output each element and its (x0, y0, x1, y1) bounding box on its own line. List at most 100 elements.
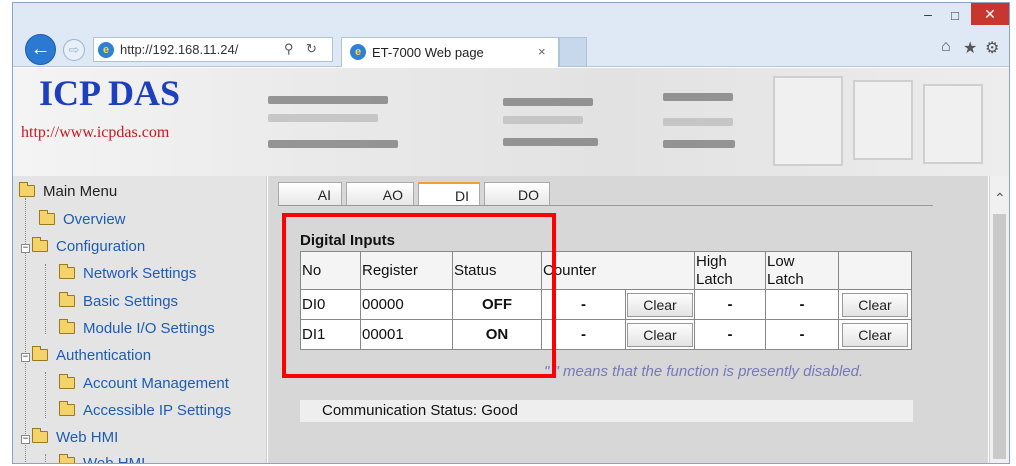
folder-icon (59, 374, 75, 389)
address-url[interactable]: http://192.168.11.24/ (120, 42, 238, 57)
clear-latch-button[interactable]: Clear (842, 322, 908, 347)
highlight-box (282, 213, 556, 378)
banner-decoration (503, 138, 598, 146)
sidebar-item-label: Authentication (56, 347, 152, 364)
folder-icon (39, 210, 55, 225)
clear-counter-button[interactable]: Clear (627, 322, 693, 347)
disabled-note: " " means that the function is presently… (544, 363, 864, 380)
collapse-icon[interactable]: − (21, 435, 30, 444)
banner-decoration (663, 93, 733, 101)
sidebar-menu: Main Menu Overview − Configuration Networ… (13, 176, 267, 464)
tab-do[interactable]: DO (484, 182, 550, 206)
column-header-clear (838, 251, 912, 290)
scrollbar-thumb[interactable] (993, 214, 1006, 459)
browser-toolbar: ← ⇨ e http://192.168.11.24/ ⚲ ↻ e ET-700… (13, 33, 1009, 67)
tab-close-icon[interactable]: × (538, 44, 546, 59)
folder-open-icon (32, 428, 48, 443)
cell-clear-counter: Clear (625, 289, 695, 320)
sidebar-item-module-io-settings[interactable]: Module I/O Settings (59, 317, 215, 341)
ie-favicon-icon: e (98, 42, 114, 58)
sidebar-item-label: Module I/O Settings (83, 320, 215, 337)
address-bar[interactable]: e http://192.168.11.24/ ⚲ ↻ (93, 37, 333, 62)
clear-counter-button[interactable]: Clear (627, 292, 693, 317)
title-bar: – □ ✕ (13, 3, 1009, 33)
sidebar-item-network-settings[interactable]: Network Settings (59, 262, 196, 286)
tab-ai[interactable]: AI (278, 182, 342, 206)
communication-status: Communication Status: Good (300, 400, 913, 422)
column-header-high-latch: High Latch (694, 251, 766, 290)
browser-tab[interactable]: e ET-7000 Web page × (341, 37, 559, 67)
folder-icon (59, 292, 75, 307)
tab-title: ET-7000 Web page (372, 45, 484, 60)
forward-button[interactable]: ⇨ (63, 39, 85, 61)
header-text: High (696, 253, 727, 270)
sidebar-item-label: Account Management (83, 375, 229, 392)
banner-decoration (268, 114, 378, 122)
sidebar-item-basic-settings[interactable]: Basic Settings (59, 290, 178, 314)
close-window-button[interactable]: ✕ (971, 3, 1009, 25)
cell-high-latch: - (694, 319, 766, 350)
maximize-button[interactable]: □ (945, 8, 965, 24)
tab-di[interactable]: DI (418, 182, 480, 206)
folder-icon (59, 454, 75, 463)
sidebar-item-overview[interactable]: Overview (39, 208, 126, 232)
sidebar-item-label: Web HMI (56, 429, 119, 446)
back-button[interactable]: ← (25, 34, 56, 65)
banner-decoration (663, 140, 735, 148)
favorites-icon[interactable]: ★ (963, 38, 977, 58)
banner-decoration (503, 98, 593, 106)
banner-decoration (663, 118, 733, 126)
banner-decoration (923, 84, 983, 164)
scroll-up-icon[interactable]: ⌃ (994, 190, 1006, 207)
home-icon[interactable]: ⌂ (941, 38, 951, 56)
folder-icon (59, 264, 75, 279)
tab-favicon-icon: e (350, 44, 366, 60)
sidebar-item-authentication[interactable]: − Authentication (21, 344, 151, 368)
refresh-icon[interactable]: ↻ (306, 41, 317, 57)
sidebar-item-label: Network Settings (83, 265, 197, 282)
sidebar-item-web-hmi-page[interactable]: Web HMI (59, 452, 146, 464)
main-content: AI AO DI DO Digital Inputs No Register S… (268, 176, 988, 463)
settings-icon[interactable]: ⚙ (985, 38, 999, 58)
sidebar-item-account-management[interactable]: Account Management (59, 372, 229, 396)
cell-clear-latch: Clear (838, 289, 912, 320)
header-text: Latch (767, 271, 804, 288)
collapse-icon[interactable]: − (21, 353, 30, 362)
header-text: Low (767, 253, 795, 270)
sidebar-item-label: Web HMI (83, 455, 146, 464)
folder-open-icon (32, 237, 48, 252)
sidebar-item-configuration[interactable]: − Configuration (21, 235, 145, 259)
tree-line (45, 372, 46, 418)
sidebar-item-label: Accessible IP Settings (83, 402, 232, 419)
minimize-button[interactable]: – (918, 7, 938, 24)
browser-window: – □ ✕ ← ⇨ e http://192.168.11.24/ ⚲ ↻ e … (12, 2, 1010, 464)
column-header-low-latch: Low Latch (765, 251, 839, 290)
page-header-banner: ICP DAS http://www.icpdas.com (13, 68, 1009, 176)
column-header-counter: Counter (541, 251, 695, 290)
cell-high-latch: - (694, 289, 766, 320)
folder-open-icon (19, 182, 35, 197)
banner-decoration (268, 140, 398, 148)
cell-low-latch: - (765, 319, 839, 350)
folder-open-icon (32, 346, 48, 361)
tree-line (45, 264, 46, 334)
tab-ao[interactable]: AO (346, 182, 414, 206)
new-tab-button[interactable] (559, 37, 587, 67)
sidebar-item-web-hmi[interactable]: − Web HMI (21, 426, 118, 450)
header-text: Latch (696, 271, 733, 288)
sidebar-item-accessible-ip-settings[interactable]: Accessible IP Settings (59, 399, 231, 423)
sidebar-item-label: Configuration (56, 238, 146, 255)
clear-latch-button[interactable]: Clear (842, 292, 908, 317)
cell-clear-latch: Clear (838, 319, 912, 350)
collapse-icon[interactable]: − (21, 244, 30, 253)
banner-decoration (503, 116, 583, 124)
banner-decoration (853, 80, 913, 160)
sidebar-item-main-menu[interactable]: Main Menu (19, 180, 117, 204)
vertical-scrollbar[interactable]: ⌃ (989, 176, 1009, 463)
site-url-link[interactable]: http://www.icpdas.com (21, 124, 169, 142)
banner-decoration (773, 76, 843, 166)
brand-logo: ICP DAS (39, 73, 181, 113)
folder-icon (59, 401, 75, 416)
sidebar-item-label: Overview (63, 211, 126, 228)
search-icon[interactable]: ⚲ (284, 41, 294, 57)
